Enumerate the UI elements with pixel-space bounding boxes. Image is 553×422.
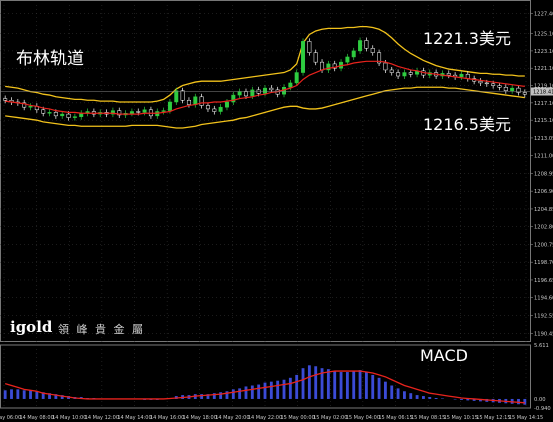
candle-body (72, 116, 77, 118)
candle-body (243, 91, 248, 97)
candle-body (263, 87, 267, 94)
candle-body (193, 96, 198, 105)
candle-body (186, 100, 191, 105)
candle-body (383, 62, 388, 71)
candle-body (250, 89, 255, 97)
candle-body (402, 72, 407, 77)
time-tick-label: 14 May 14:00 (117, 415, 151, 421)
candle-body (408, 72, 413, 75)
lower-band-annotation: 1216.5美元 (423, 115, 511, 134)
candle-body (41, 109, 46, 114)
price-tick-label: 1200.75 (534, 242, 553, 248)
upper-band-annotation: 1221.3美元 (423, 29, 511, 48)
candle-body (269, 87, 274, 91)
candle-body (142, 109, 147, 113)
time-tick-label: 14 May 08:00 (19, 415, 53, 421)
candle-body (180, 90, 185, 101)
candle-body (66, 113, 71, 118)
time-tick-label: 15 May 04:00 (346, 415, 380, 421)
macd-tick-label: -0.940 (534, 406, 551, 412)
candle-body (237, 91, 242, 96)
candle-body (60, 113, 65, 117)
candle-body (28, 106, 33, 108)
price-tick-label: 1192.55 (534, 313, 553, 319)
price-tick-label: 1190.45 (534, 332, 553, 338)
candle-body (503, 87, 508, 91)
time-tick-label: 15 May 00:00 (280, 415, 314, 421)
time-tick-label: 14 May 16:00 (150, 415, 184, 421)
price-tick-label: 1196.65 (534, 278, 553, 284)
price-tick-label: 1223.10 (534, 49, 553, 55)
candle-body (320, 61, 325, 71)
candle-body (510, 87, 515, 91)
price-tick-label: 1198.70 (534, 260, 553, 266)
price-tick-label: 1225.10 (534, 32, 553, 38)
candle-body (396, 72, 401, 77)
time-tick-label: 14 May 10:00 (52, 415, 86, 421)
candle-body (313, 52, 318, 63)
candle-body (364, 40, 369, 49)
candle-body (478, 80, 483, 84)
candle-body (174, 90, 179, 103)
candle-body (47, 112, 52, 114)
candle-body (389, 69, 394, 73)
candle-body (351, 50, 356, 58)
price-tick-label: 1208.95 (534, 171, 553, 177)
candle-body (53, 112, 58, 117)
candle-body (484, 82, 489, 85)
candle-body (205, 105, 210, 110)
candle-body (459, 74, 464, 78)
macd-tick-label: 0.00 (534, 397, 546, 403)
candle-body (307, 41, 312, 53)
candle-body (301, 41, 306, 73)
brand-logo: igold (10, 318, 53, 336)
price-tick-label: 1215.10 (534, 118, 553, 124)
candle-body (497, 85, 502, 88)
price-tick-label: 1217.10 (534, 101, 553, 107)
candle-body (516, 87, 521, 93)
candle-body (522, 92, 527, 95)
candle-body (199, 96, 204, 106)
time-tick-label: 14 May 22:00 (248, 415, 282, 421)
candle-body (3, 98, 8, 101)
candle-body (167, 101, 172, 111)
candle-body (370, 48, 375, 53)
time-tick-label: 15 May 06:15 (378, 415, 412, 421)
candle-body (288, 82, 293, 88)
candle-body (358, 40, 363, 52)
price-tick-label: 1202.80 (534, 225, 553, 231)
time-tick-label: 15 May 02:00 (313, 415, 347, 421)
macd-tick-label: 5.611 (534, 343, 549, 349)
candle-body (129, 111, 134, 114)
chart-title-annotation: 布林轨道 (16, 49, 84, 69)
price-tick-label: 1227.40 (534, 12, 553, 18)
candle-body (491, 83, 496, 86)
candle-body (161, 110, 166, 112)
price-tick-label: 1213.05 (534, 136, 553, 142)
candle-body (446, 73, 451, 76)
candle-body (218, 106, 223, 112)
candle-body (345, 56, 350, 63)
time-tick-label: 15 May 14:15 (509, 415, 543, 421)
candle-body (136, 111, 141, 113)
candle-body (224, 101, 229, 108)
time-tick-label: 14 May 12:00 (85, 415, 119, 421)
macd-annotation: MACD (420, 346, 468, 365)
price-tick-label: 1204.85 (534, 207, 553, 213)
time-tick-label: 14 May 20:00 (215, 415, 249, 421)
brand-name: 領 峰 貴 金 屬 (58, 323, 145, 336)
price-tick-label: 1194.60 (534, 296, 553, 302)
candle-body (294, 72, 299, 84)
time-tick-label: 14 May 06:00 (0, 415, 21, 421)
time-tick-label: 15 May 10:15 (444, 415, 478, 421)
current-price-label: 1218.41 (533, 90, 553, 96)
price-tick-label: 1211.00 (534, 154, 553, 160)
candle-body (212, 108, 217, 112)
price-tick-label: 1206.90 (534, 189, 553, 195)
price-tick-label: 1221.10 (534, 66, 553, 72)
time-tick-label: 14 May 18:00 (183, 415, 217, 421)
time-tick-label: 15 May 12:15 (476, 415, 510, 421)
time-tick-label: 15 May 08:15 (411, 415, 445, 421)
